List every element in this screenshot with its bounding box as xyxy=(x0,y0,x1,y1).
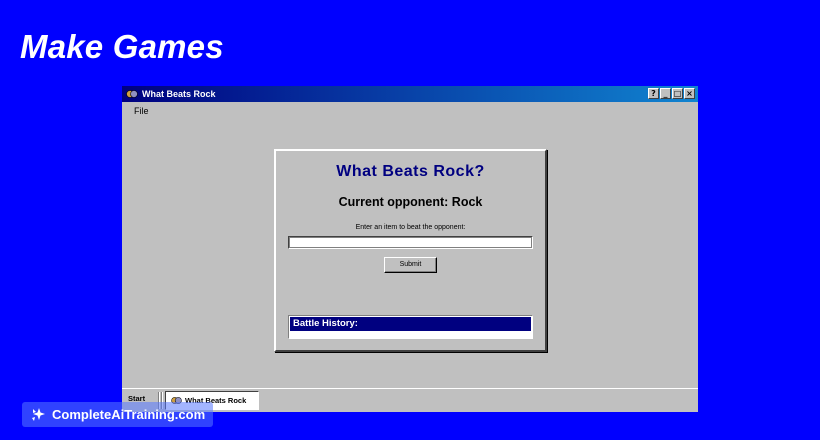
game-title: What Beats Rock? xyxy=(336,163,485,180)
watermark-badge: CompleteAiTraining.com xyxy=(22,402,214,427)
page-heading: Make Games xyxy=(20,28,224,65)
submit-button[interactable]: Submit xyxy=(384,257,437,273)
menu-bar: File xyxy=(122,103,698,119)
watermark-text: CompleteAiTraining.com xyxy=(52,407,206,422)
window-titlebar[interactable]: What Beats Rock ? _ □ × xyxy=(122,86,698,102)
battle-history-header: Battle History: xyxy=(290,317,531,331)
item-prompt: Enter an item to beat the opponent: xyxy=(355,224,466,231)
close-button[interactable]: × xyxy=(684,88,695,99)
help-button[interactable]: ? xyxy=(648,88,659,99)
sparkle-logo-icon xyxy=(32,407,45,421)
minimize-button[interactable]: _ xyxy=(660,88,671,99)
app-window: What Beats Rock ? _ □ × File What Beats … xyxy=(122,86,698,412)
maximize-button[interactable]: □ xyxy=(672,88,683,99)
current-opponent: Current opponent: Rock xyxy=(338,195,483,209)
game-dialog: What Beats Rock? Current opponent: Rock … xyxy=(274,149,547,352)
window-controls: ? _ □ × xyxy=(648,88,695,99)
window-title: What Beats Rock xyxy=(142,89,216,99)
rock-app-icon xyxy=(126,90,138,98)
menu-file[interactable]: File xyxy=(134,106,149,116)
battle-history-panel: Battle History: xyxy=(288,315,533,339)
item-input[interactable] xyxy=(288,236,533,249)
